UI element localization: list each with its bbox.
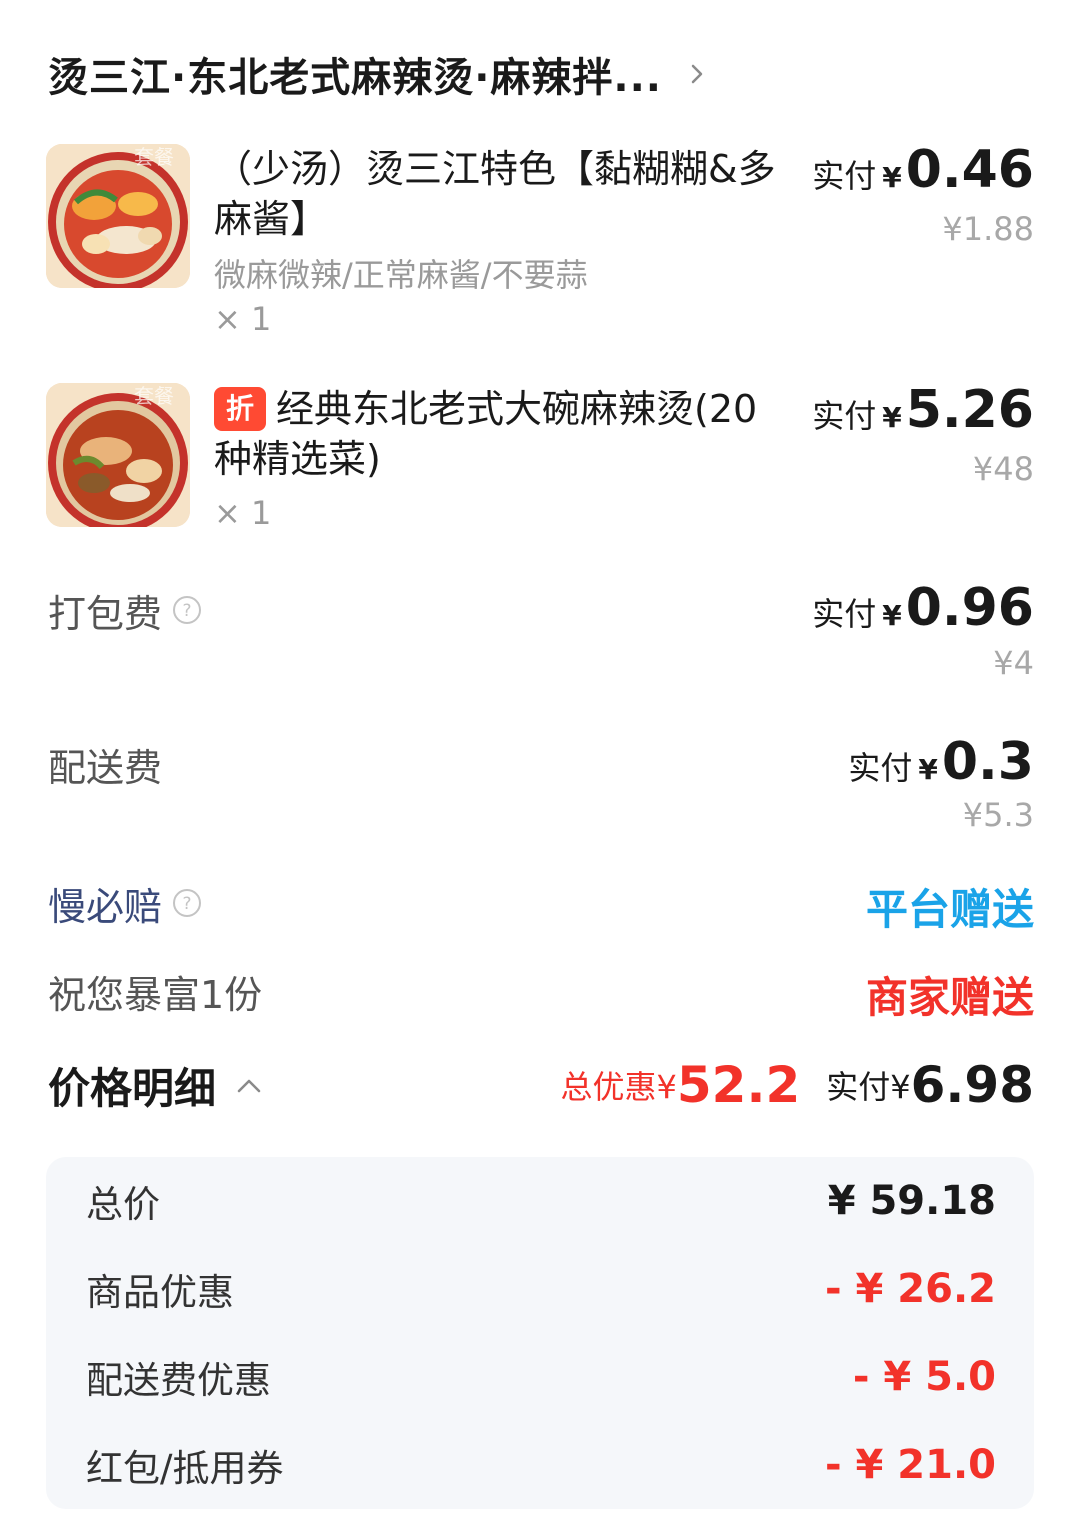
item-spec: 微麻微辣/正常麻酱/不要蒜 — [214, 256, 588, 294]
slow-compensation-label: 慢必赔 — [48, 884, 163, 929]
chevron-up-icon — [237, 1079, 261, 1093]
svg-text:?: ? — [183, 894, 192, 914]
item-quantity: × 1 — [214, 300, 272, 338]
breakdown-row: 配送费优惠 - ¥ 5.0 — [86, 1347, 996, 1407]
packing-fee-original: ¥4 — [993, 644, 1034, 682]
breakdown-label: 红包/抵用券 — [86, 1447, 284, 1490]
shop-name: 烫三江·东北老式麻辣烫·麻辣拌... — [48, 55, 662, 101]
slow-compensation-row[interactable]: 慢必赔 ? — [48, 876, 202, 930]
total-saving-amount: 52.2 — [676, 1056, 801, 1114]
food-bowl-image: 套餐 — [46, 144, 190, 288]
svg-text:?: ? — [183, 601, 192, 621]
item-title-text: 经典东北老式大碗麻辣烫(20种精选菜) — [214, 387, 758, 481]
breakdown-value: - ¥ 26.2 — [825, 1266, 996, 1312]
thumb-watermark: 套餐 — [134, 384, 174, 408]
total-paid-amount: 6.98 — [910, 1056, 1034, 1114]
item-title[interactable]: 折经典东北老式大碗麻辣烫(20种精选菜) — [214, 384, 784, 484]
breakdown-row: 总价 ¥ 59.18 — [86, 1171, 996, 1231]
help-icon[interactable]: ? — [172, 595, 202, 625]
item-paid-price: 实付 ¥5.26 — [812, 380, 1034, 440]
breakdown-label: 配送费优惠 — [86, 1359, 271, 1402]
item-quantity: × 1 — [214, 494, 272, 532]
breakdown-value: ¥ 59.18 — [827, 1178, 996, 1224]
item-original-price: ¥48 — [972, 450, 1034, 488]
delivery-fee-original: ¥5.3 — [962, 796, 1034, 834]
breakdown-row: 红包/抵用券 - ¥ 21.0 — [86, 1435, 996, 1495]
food-bowl-image: 套餐 — [46, 383, 190, 527]
price-detail-title: 价格明细 — [48, 1063, 217, 1113]
help-icon[interactable]: ? — [172, 888, 202, 918]
shop-header[interactable]: 烫三江·东北老式麻辣烫·麻辣拌... — [48, 44, 708, 104]
price-detail-toggle[interactable]: 价格明细 — [48, 1050, 262, 1120]
platform-gift-label: 平台赠送 — [865, 885, 1034, 934]
item-thumbnail[interactable]: 套餐 — [46, 144, 190, 288]
thumb-watermark: 套餐 — [134, 145, 174, 169]
item-thumbnail[interactable]: 套餐 — [46, 383, 190, 527]
item-title[interactable]: （少汤）烫三江特色【黏糊糊&多麻酱】 — [214, 144, 784, 244]
chevron-right-icon — [691, 64, 703, 84]
merchant-gift-row: 祝您暴富1份 — [48, 964, 262, 1018]
price-breakdown-panel: 总价 ¥ 59.18 商品优惠 - ¥ 26.2 配送费优惠 - ¥ 5.0 红… — [46, 1157, 1034, 1509]
item-paid-price: 实付 ¥0.46 — [812, 140, 1034, 200]
breakdown-row: 商品优惠 - ¥ 26.2 — [86, 1259, 996, 1319]
packing-fee-row: 打包费 ? — [48, 584, 202, 636]
item-original-price: ¥1.88 — [942, 210, 1034, 248]
merchant-gift-label: 商家赠送 — [865, 973, 1034, 1022]
delivery-fee-row: 配送费 — [48, 738, 162, 790]
packing-fee-paid: 实付 ¥0.96 — [812, 578, 1034, 638]
total-saving-label: 总优惠¥ — [560, 1068, 677, 1106]
delivery-fee-label: 配送费 — [48, 745, 163, 790]
discount-badge: 折 — [214, 387, 266, 431]
merchant-gift-item: 祝您暴富1份 — [48, 972, 263, 1017]
breakdown-label: 总价 — [86, 1183, 160, 1226]
total-paid-label: 实付¥ — [826, 1068, 911, 1106]
breakdown-value: - ¥ 21.0 — [825, 1442, 996, 1488]
price-summary: 总优惠¥ 52.2 实付¥ 6.98 — [561, 1050, 1035, 1120]
breakdown-value: - ¥ 5.0 — [852, 1354, 996, 1400]
breakdown-label: 商品优惠 — [86, 1271, 234, 1314]
packing-fee-label: 打包费 — [48, 591, 163, 636]
delivery-fee-paid: 实付 ¥0.3 — [848, 732, 1034, 792]
